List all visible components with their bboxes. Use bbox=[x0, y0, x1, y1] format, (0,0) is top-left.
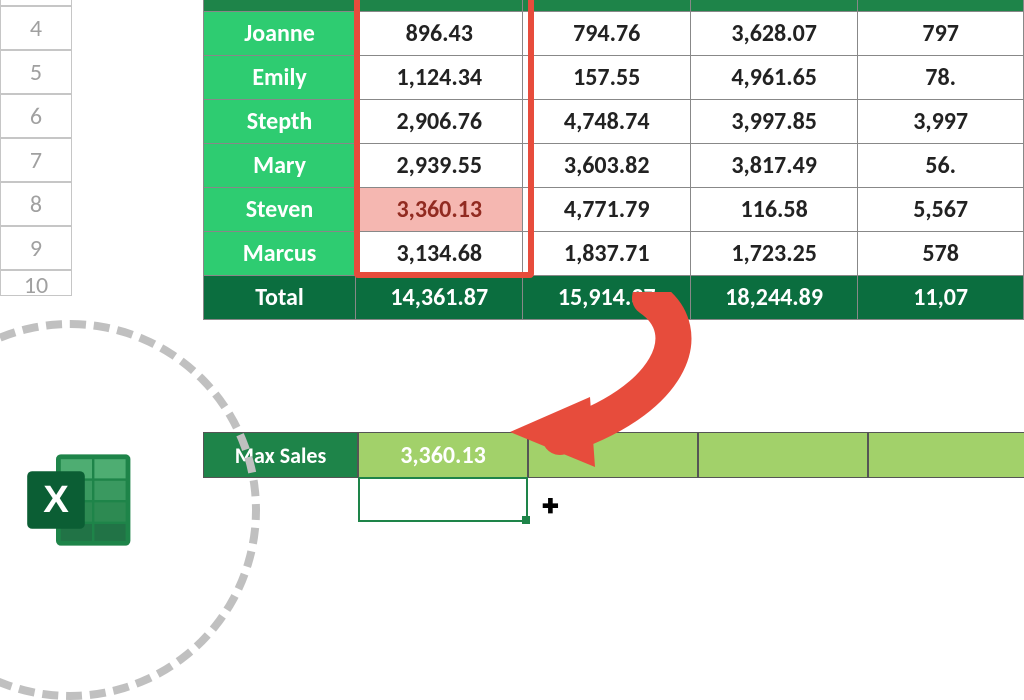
header-q1[interactable]: Q1 bbox=[356, 0, 523, 12]
max-sales-q1[interactable]: 3,360.13 bbox=[358, 432, 528, 478]
cell-q4[interactable]: 78. bbox=[858, 56, 1024, 100]
cell-q4[interactable]: 797 bbox=[858, 12, 1024, 56]
cell-q1[interactable]: 1,124.34 bbox=[356, 56, 523, 100]
table-row: Mary 2,939.55 3,603.82 3,817.49 56. bbox=[204, 144, 1024, 188]
max-sales-label[interactable]: Max Sales bbox=[203, 432, 358, 478]
total-q4[interactable]: 11,07 bbox=[858, 276, 1024, 320]
max-sales-row: Max Sales 3,360.13 bbox=[203, 432, 1024, 478]
cell-q1[interactable]: 2,906.76 bbox=[356, 100, 523, 144]
cursor-icon: ✚ bbox=[542, 494, 559, 519]
cell-q4[interactable]: 3,997 bbox=[858, 100, 1024, 144]
cell-q1[interactable]: 896.43 bbox=[356, 12, 523, 56]
total-q1[interactable]: 14,361.87 bbox=[356, 276, 523, 320]
max-sales-q2[interactable] bbox=[528, 432, 698, 478]
row-header[interactable]: 7 bbox=[0, 138, 72, 182]
header-q4[interactable]: Q bbox=[858, 0, 1024, 12]
cell-q4[interactable]: 56. bbox=[858, 144, 1024, 188]
cell-q1[interactable]: 2,939.55 bbox=[356, 144, 523, 188]
name-cell[interactable]: Stepth bbox=[204, 100, 356, 144]
cell-q3[interactable]: 4,961.65 bbox=[690, 56, 857, 100]
cell-q2[interactable]: 4,748.74 bbox=[523, 100, 690, 144]
name-cell[interactable]: Mary bbox=[204, 144, 356, 188]
total-row: Total 14,361.87 15,914.37 18,244.89 11,0… bbox=[204, 276, 1024, 320]
cell-q3[interactable]: 3,628.07 bbox=[690, 12, 857, 56]
table-row: Joanne 896.43 794.76 3,628.07 797 bbox=[204, 12, 1024, 56]
cell-q2[interactable]: 1,837.71 bbox=[523, 232, 690, 276]
table-row: Steven 3,360.13 4,771.79 116.58 5,567 bbox=[204, 188, 1024, 232]
cell-q2[interactable]: 794.76 bbox=[523, 12, 690, 56]
excel-logo-icon: X bbox=[10, 430, 150, 570]
name-cell[interactable]: Steven bbox=[204, 188, 356, 232]
row-header[interactable]: 4 bbox=[0, 6, 72, 50]
cell-q2[interactable]: 157.55 bbox=[523, 56, 690, 100]
name-cell[interactable]: Emily bbox=[204, 56, 356, 100]
max-sales-q4[interactable] bbox=[868, 432, 1024, 478]
cell-q3[interactable]: 3,997.85 bbox=[690, 100, 857, 144]
header-name[interactable] bbox=[204, 0, 356, 12]
max-sales-q3[interactable] bbox=[698, 432, 868, 478]
svg-text:X: X bbox=[43, 478, 69, 521]
cell-q3[interactable]: 116.58 bbox=[690, 188, 857, 232]
name-cell[interactable]: Joanne bbox=[204, 12, 356, 56]
row-header[interactable]: 10 bbox=[0, 270, 72, 296]
cell-q3[interactable]: 1,723.25 bbox=[690, 232, 857, 276]
table-row: Emily 1,124.34 157.55 4,961.65 78. bbox=[204, 56, 1024, 100]
cell-q4[interactable]: 5,567 bbox=[858, 188, 1024, 232]
row-header[interactable]: 9 bbox=[0, 226, 72, 270]
header-row: Q1 Q2 Q3 Q bbox=[204, 0, 1024, 12]
cell-q1-max[interactable]: 3,360.13 bbox=[356, 188, 523, 232]
cell-q1[interactable]: 3,134.68 bbox=[356, 232, 523, 276]
sales-table: Q1 Q2 Q3 Q Joanne 896.43 794.76 3,628.07… bbox=[203, 0, 1024, 320]
row-header[interactable]: 8 bbox=[0, 182, 72, 226]
name-cell[interactable]: Marcus bbox=[204, 232, 356, 276]
sales-table-area: Q1 Q2 Q3 Q Joanne 896.43 794.76 3,628.07… bbox=[203, 0, 1024, 320]
fill-handle[interactable] bbox=[522, 516, 530, 524]
row-header[interactable]: 5 bbox=[0, 50, 72, 94]
cell-q4[interactable]: 578 bbox=[858, 232, 1024, 276]
cell-q2[interactable]: 3,603.82 bbox=[523, 144, 690, 188]
total-label-cell[interactable]: Total bbox=[204, 276, 356, 320]
row-headers: 3 4 5 6 7 8 9 10 bbox=[0, 0, 72, 296]
total-q2[interactable]: 15,914.37 bbox=[523, 276, 690, 320]
active-cell[interactable] bbox=[358, 477, 528, 522]
table-row: Stepth 2,906.76 4,748.74 3,997.85 3,997 bbox=[204, 100, 1024, 144]
row-header[interactable]: 6 bbox=[0, 94, 72, 138]
header-q3[interactable]: Q3 bbox=[690, 0, 857, 12]
total-q3[interactable]: 18,244.89 bbox=[690, 276, 857, 320]
cell-q3[interactable]: 3,817.49 bbox=[690, 144, 857, 188]
table-row: Marcus 3,134.68 1,837.71 1,723.25 578 bbox=[204, 232, 1024, 276]
header-q2[interactable]: Q2 bbox=[523, 0, 690, 12]
cell-q2[interactable]: 4,771.79 bbox=[523, 188, 690, 232]
